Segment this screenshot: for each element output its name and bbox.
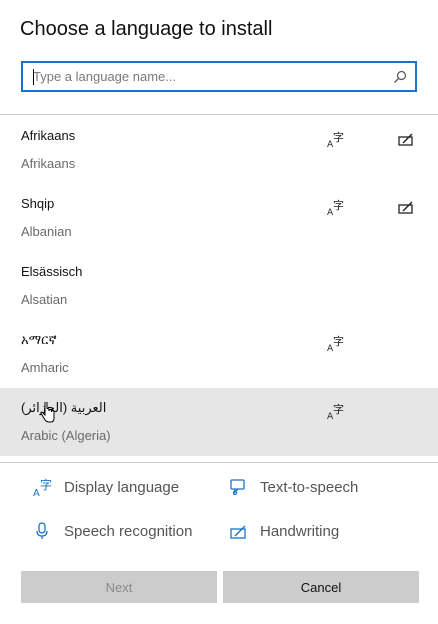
svg-text:字: 字 [333,334,344,348]
list-item[interactable]: አማርኛ Amharic A 字 [0,320,438,388]
mouse-pointer-icon [40,402,55,423]
dialog-title: Choose a language to install [20,18,273,40]
list-item[interactable]: العربية (الجزائر) Arabic (Algeria) A 字 [0,388,438,456]
cancel-button[interactable]: Cancel [223,571,419,603]
list-item[interactable]: Afrikaans Afrikaans A 字 [0,116,438,184]
legend-speech-recognition: Speech recognition [32,520,192,542]
list-top-divider [0,114,438,115]
text-caret [33,69,34,85]
display-language-icon: A 字 [327,130,344,148]
legend-label: Display language [64,478,180,496]
list-item[interactable]: Elsässisch Alsatian [0,252,438,320]
search-box[interactable] [21,61,417,92]
list-item[interactable]: Shqip Albanian A 字 [0,184,438,252]
language-native-name: العربية (الجزائر) [21,400,107,415]
display-language-icon: A 字 [327,402,344,420]
handwriting-icon [398,201,413,214]
legend-text-to-speech: Text-to-speech [228,476,358,498]
svg-text:A: A [33,488,40,497]
legend-label: Speech recognition [64,522,193,540]
microphone-icon [36,522,48,539]
search-input[interactable] [33,67,383,86]
display-language-icon: A 字 [327,334,344,352]
search-icon[interactable] [392,69,408,85]
language-english-name: Albanian [21,224,72,239]
language-english-name: Arabic (Algeria) [21,428,111,443]
legend-handwriting: Handwriting [228,520,339,542]
display-language-icon: A 字 [33,477,52,497]
svg-text:字: 字 [333,130,344,144]
display-language-icon: A 字 [327,198,344,216]
language-native-name: አማርኛ [21,332,57,347]
legend-display-language: A 字 Display language [32,476,179,498]
handwriting-icon [398,133,413,146]
next-button[interactable]: Next [21,571,217,603]
handwriting-icon [230,525,246,539]
legend-label: Handwriting [260,522,340,540]
language-native-name: Shqip [21,196,55,211]
svg-text:字: 字 [333,402,344,416]
svg-text:字: 字 [333,198,344,212]
language-list[interactable]: Afrikaans Afrikaans A 字 Shqip Albanian A… [0,116,438,456]
text-to-speech-icon [230,479,245,496]
language-native-name: Afrikaans [21,128,76,143]
legend-label: Text-to-speech [260,478,359,496]
svg-text:字: 字 [40,477,52,492]
list-bottom-divider [0,462,438,463]
language-english-name: Amharic [21,360,69,375]
language-english-name: Alsatian [21,292,68,307]
language-native-name: Elsässisch [21,264,83,279]
language-english-name: Afrikaans [21,156,76,171]
